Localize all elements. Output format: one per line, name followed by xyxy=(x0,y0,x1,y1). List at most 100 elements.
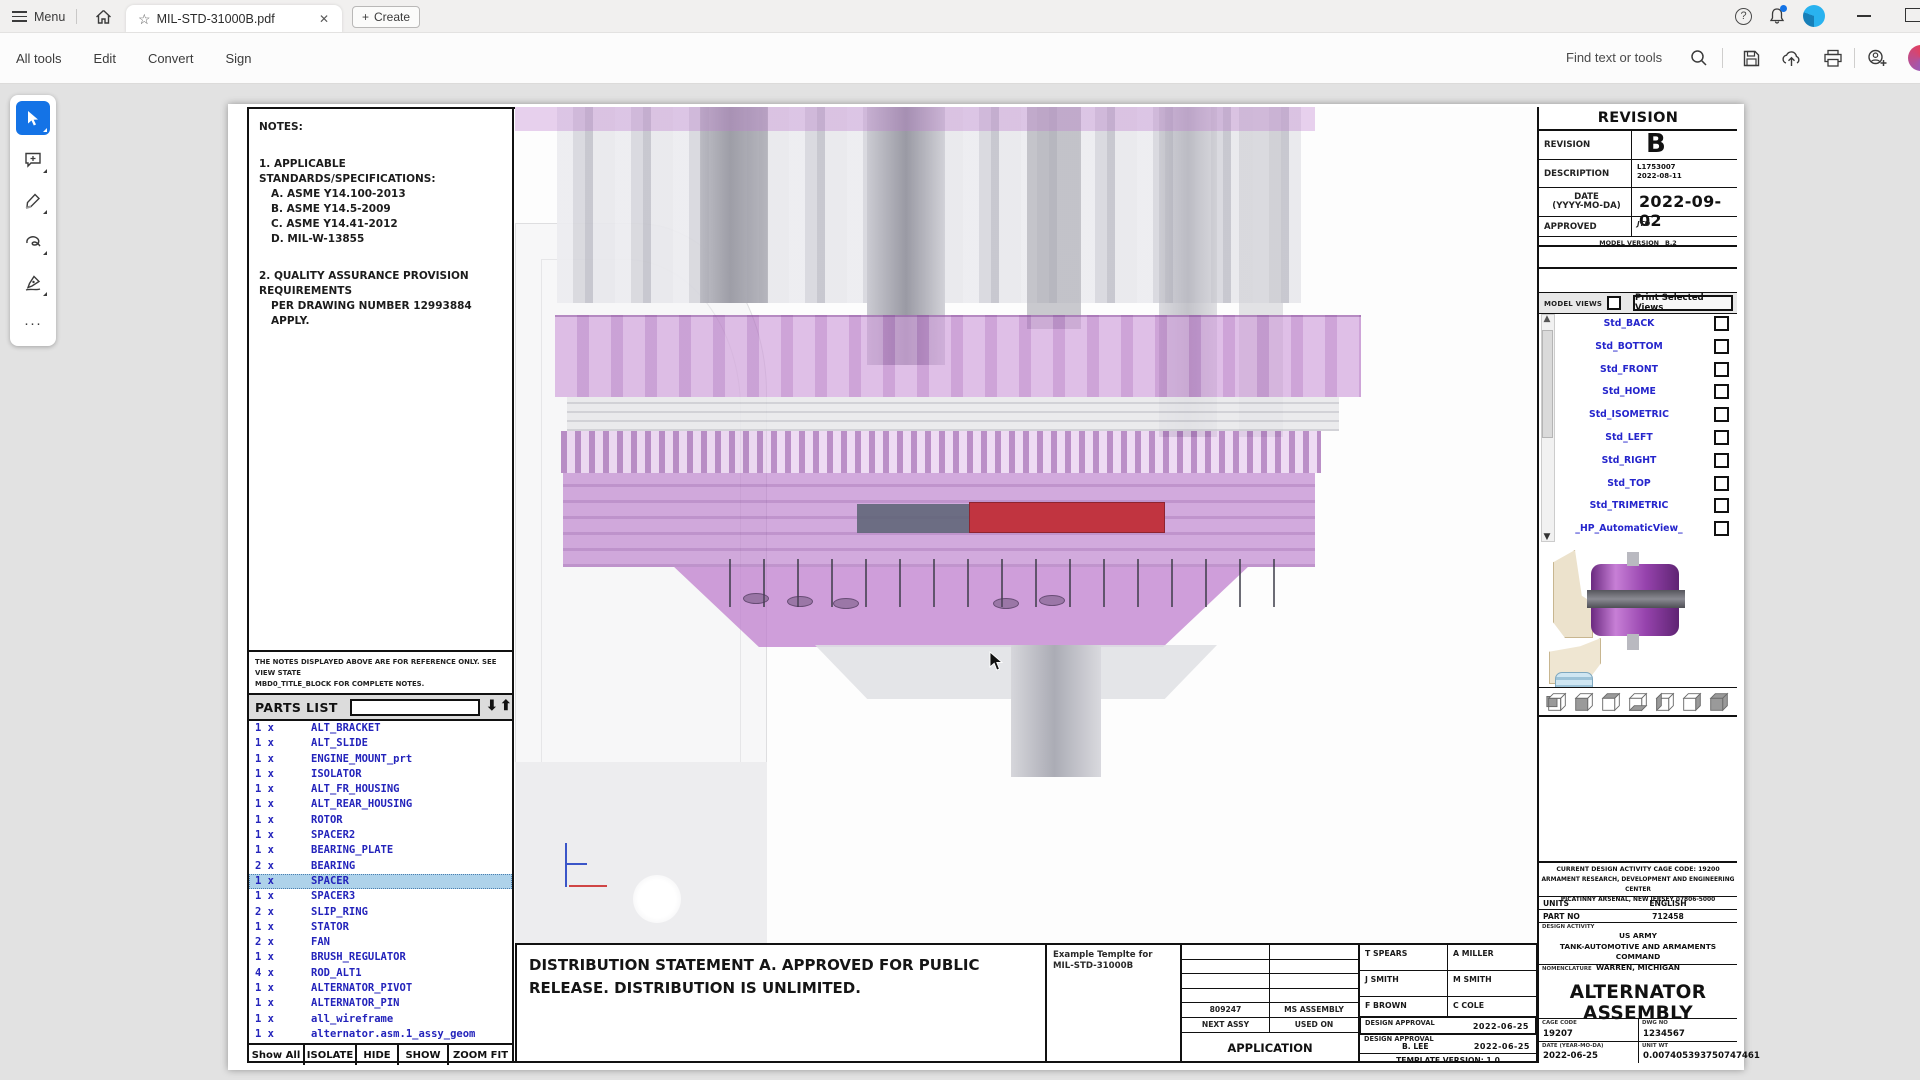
model-view-checkbox-Std_HOME[interactable] xyxy=(1714,384,1729,399)
star-icon[interactable]: ☆ xyxy=(138,11,151,28)
scroll-up-arrow[interactable]: ▲ xyxy=(1541,314,1553,324)
cube-bottom-shaded-icon[interactable] xyxy=(1626,690,1650,714)
cube-front-shaded-icon[interactable] xyxy=(1572,690,1596,714)
model-view-checkbox-Std_RIGHT[interactable] xyxy=(1714,453,1729,468)
model-view-link-Std_FRONT[interactable]: Std_FRONT xyxy=(1557,364,1701,375)
parts-row-SLIP_RING[interactable]: 2 xSLIP_RING xyxy=(249,905,512,920)
move-down-arrow[interactable]: ⬇ xyxy=(486,697,498,714)
model-view-link-Std_RIGHT[interactable]: Std_RIGHT xyxy=(1557,455,1701,466)
tab-close-icon[interactable]: ✕ xyxy=(314,10,334,28)
nav-item-sign[interactable]: Sign xyxy=(223,47,253,70)
model-view-link-Std_TOP[interactable]: Std_TOP xyxy=(1557,478,1701,489)
minimize-button[interactable] xyxy=(1857,15,1871,17)
cube-right-shaded-icon[interactable] xyxy=(1680,690,1704,714)
model-view-link-Std_LEFT[interactable]: Std_LEFT xyxy=(1557,432,1701,443)
cube-back-icon[interactable] xyxy=(1545,690,1569,714)
parts-button-isolate[interactable]: ISOLATE xyxy=(305,1045,357,1065)
model-view-link-_HP_AutomaticView_[interactable]: _HP_AutomaticView_ xyxy=(1557,523,1701,534)
quick-tools-palette: ··· xyxy=(10,95,56,346)
request-signature-icon[interactable] xyxy=(1866,47,1888,69)
parts-row-FAN[interactable]: 2 xFAN xyxy=(249,935,512,950)
model-preview-thumbnail[interactable] xyxy=(1539,542,1737,687)
model-view-checkbox-Std_TRIMETRIC[interactable] xyxy=(1714,498,1729,513)
model-view-link-Std_HOME[interactable]: Std_HOME xyxy=(1557,386,1701,397)
nav-item-edit[interactable]: Edit xyxy=(92,47,118,70)
nav-item-all-tools[interactable]: All tools xyxy=(14,47,64,70)
model-view-checkbox-Std_LEFT[interactable] xyxy=(1714,430,1729,445)
comment-icon xyxy=(24,151,42,168)
model-view-checkbox-_HP_AutomaticView_[interactable] xyxy=(1714,521,1729,536)
parts-row-BEARING_PLATE[interactable]: 1 xBEARING_PLATE xyxy=(249,843,512,858)
model-views-checkbox[interactable] xyxy=(1607,296,1621,310)
parts-row-ENGINE_MOUNT_prt[interactable]: 1 xENGINE_MOUNT_prt xyxy=(249,752,512,767)
model-view-checkbox-Std_ISOMETRIC[interactable] xyxy=(1714,407,1729,422)
parts-button-show-all[interactable]: Show All xyxy=(249,1045,305,1065)
search-icon[interactable] xyxy=(1688,47,1710,69)
restore-button[interactable] xyxy=(1905,8,1920,22)
hamburger-icon xyxy=(12,11,27,22)
parts-button-hide[interactable]: HIDE xyxy=(357,1045,399,1065)
cube-top-shaded-icon[interactable] xyxy=(1599,690,1623,714)
application-label: APPLICATION xyxy=(1182,1033,1358,1064)
parts-row-SPACER3[interactable]: 1 xSPACER3 xyxy=(249,889,512,904)
parts-row-all_wireframe[interactable]: 1 xall_wireframe xyxy=(249,1012,512,1027)
model-view-checkbox-Std_BACK[interactable] xyxy=(1714,316,1729,331)
parts-row-ALT_REAR_HOUSING[interactable]: 1 xALT_REAR_HOUSING xyxy=(249,797,512,812)
parts-row-ALT_SLIDE[interactable]: 1 xALT_SLIDE xyxy=(249,736,512,751)
print-icon[interactable] xyxy=(1822,47,1844,69)
parts-row-ISOLATOR[interactable]: 1 xISOLATOR xyxy=(249,767,512,782)
cube-left-shaded-icon[interactable] xyxy=(1653,690,1677,714)
find-label[interactable]: Find text or tools xyxy=(1566,50,1662,65)
scrollbar-thumb[interactable] xyxy=(1542,330,1553,438)
ai-assistant-icon[interactable] xyxy=(1908,45,1920,71)
fill-sign-tool[interactable] xyxy=(16,265,50,299)
upload-cloud-icon[interactable] xyxy=(1780,47,1802,69)
move-up-arrow[interactable]: ⬆ xyxy=(500,697,512,714)
document-tab[interactable]: ☆ MIL-STD-31000B.pdf ✕ xyxy=(126,5,342,33)
parts-row-SPACER2[interactable]: 1 xSPACER2 xyxy=(249,828,512,843)
parts-row-BEARING[interactable]: 2 xBEARING xyxy=(249,859,512,874)
scroll-down-arrow[interactable]: ▼ xyxy=(1541,532,1553,542)
nav-item-convert[interactable]: Convert xyxy=(146,47,196,70)
parts-button-zoom-fit[interactable]: ZOOM FIT xyxy=(449,1045,512,1065)
parts-row-ROD_ALT1[interactable]: 4 xROD_ALT1 xyxy=(249,966,512,981)
parts-row-alternator.asm.1_assy_geom[interactable]: 1 xalternator.asm.1_assy_geom xyxy=(249,1027,512,1042)
menu-button[interactable]: Menu xyxy=(12,0,65,33)
model-view-link-Std_BOTTOM[interactable]: Std_BOTTOM xyxy=(1557,341,1701,352)
select-tool[interactable] xyxy=(16,101,50,135)
parts-row-ALT_BRACKET[interactable]: 1 xALT_BRACKET xyxy=(249,721,512,736)
3d-model-viewport[interactable] xyxy=(515,107,1537,943)
notes-title: NOTES: xyxy=(259,120,507,135)
model-view-link-Std_TRIMETRIC[interactable]: Std_TRIMETRIC xyxy=(1557,500,1701,511)
account-avatar[interactable] xyxy=(1803,5,1825,27)
mouse-cursor xyxy=(989,651,1004,672)
more-tools-button[interactable]: ··· xyxy=(16,306,50,340)
parts-row-ALTERNATOR_PIVOT[interactable]: 1 xALTERNATOR_PIVOT xyxy=(249,981,512,996)
revision-description: L17530072022-08-11 xyxy=(1632,160,1737,181)
highlighted-spacer-part[interactable] xyxy=(969,502,1165,533)
parts-row-ALTERNATOR_PIN[interactable]: 1 xALTERNATOR_PIN xyxy=(249,996,512,1011)
model-view-checkbox-Std_BOTTOM[interactable] xyxy=(1714,339,1729,354)
cube-solid-icon[interactable] xyxy=(1707,690,1731,714)
create-button[interactable]: + Create xyxy=(352,6,420,28)
parts-row-ROTOR[interactable]: 1 xROTOR xyxy=(249,813,512,828)
model-view-link-Std_ISOMETRIC[interactable]: Std_ISOMETRIC xyxy=(1557,409,1701,420)
parts-row-BRUSH_REGULATOR[interactable]: 1 xBRUSH_REGULATOR xyxy=(249,950,512,965)
parts-row-ALT_FR_HOUSING[interactable]: 1 xALT_FR_HOUSING xyxy=(249,782,512,797)
model-view-checkbox-Std_FRONT[interactable] xyxy=(1714,362,1729,377)
comment-tool[interactable] xyxy=(16,142,50,176)
home-button[interactable] xyxy=(90,0,116,33)
highlight-tool[interactable] xyxy=(16,183,50,217)
app-cell-used-on: USED ON xyxy=(1270,1018,1358,1032)
print-selected-views-button[interactable]: Print Selected Views xyxy=(1633,295,1733,311)
draw-tool[interactable] xyxy=(16,224,50,258)
parts-button-show[interactable]: SHOW xyxy=(399,1045,449,1065)
parts-search-input[interactable] xyxy=(350,699,480,716)
app-cell-empty xyxy=(1270,974,1358,988)
model-view-link-Std_BACK[interactable]: Std_BACK xyxy=(1557,318,1701,329)
parts-row-SPACER[interactable]: 1 xSPACER xyxy=(249,874,512,889)
parts-row-STATOR[interactable]: 1 xSTATOR xyxy=(249,920,512,935)
model-view-checkbox-Std_TOP[interactable] xyxy=(1714,476,1729,491)
save-icon[interactable] xyxy=(1740,47,1762,69)
help-icon[interactable]: ? xyxy=(1735,8,1752,25)
